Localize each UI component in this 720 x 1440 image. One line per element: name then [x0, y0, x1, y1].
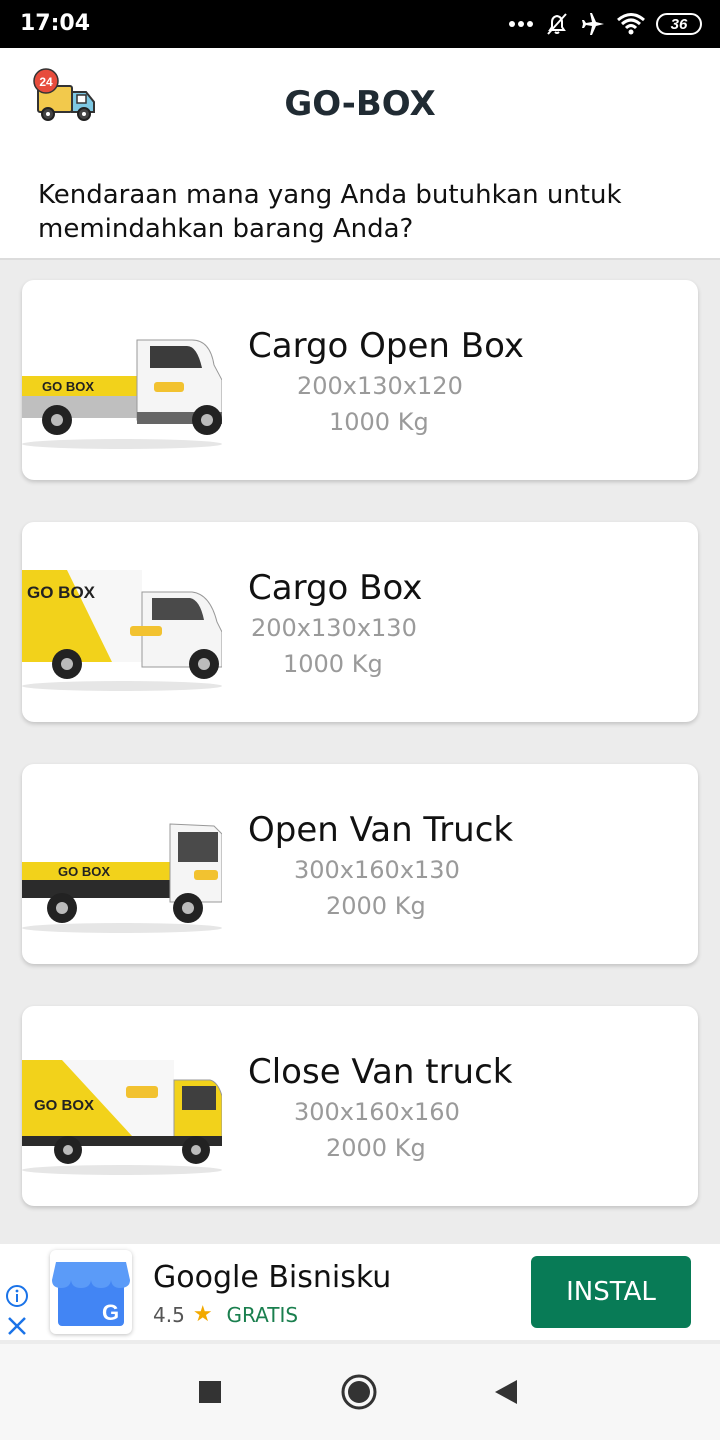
more-icon: [509, 21, 533, 27]
truck-brand-text: GO BOX: [42, 379, 94, 394]
vehicle-dimensions: 300x160x130: [294, 856, 460, 884]
google-business-store-icon: G: [52, 1262, 130, 1326]
close-van-truck-image: GO BOX: [22, 1060, 222, 1175]
vehicle-name: Cargo Open Box: [248, 326, 524, 366]
vehicle-card-close-van-truck[interactable]: GO BOX Close Van truck 300x160x160 2000 …: [22, 1006, 698, 1206]
info-icon[interactable]: [5, 1284, 29, 1308]
ad-app-name[interactable]: Google Bisnisku: [153, 1260, 391, 1295]
status-bar: 17:04 36: [0, 0, 720, 48]
vehicle-card-cargo-box[interactable]: GO BOX Cargo Box 200x130x130 1000 Kg: [22, 522, 698, 722]
airplane-icon: [582, 13, 604, 35]
vehicle-dimensions: 300x160x160: [294, 1098, 460, 1126]
back-button[interactable]: [486, 1372, 526, 1412]
truck-brand-text: GO BOX: [27, 583, 96, 602]
vehicle-name: Cargo Box: [248, 568, 423, 608]
vehicle-dimensions: 200x130x120: [297, 372, 463, 400]
circle-icon: [341, 1374, 377, 1410]
vehicle-name: Close Van truck: [248, 1052, 513, 1092]
battery-icon: 36: [656, 13, 702, 35]
ad-price: GRATIS: [226, 1302, 299, 1327]
vehicle-card-cargo-open-box[interactable]: GO BOX Cargo Open Box 200x130x120 1000 K…: [22, 280, 698, 480]
cargo-box-truck-image: GO BOX: [22, 570, 222, 691]
recents-button[interactable]: [190, 1372, 230, 1412]
status-icons: 36: [508, 10, 702, 38]
pickup-truck-open-box-image: GO BOX: [22, 339, 222, 449]
wifi-icon: [617, 13, 645, 35]
svg-text:G: G: [102, 1300, 119, 1325]
vehicle-capacity: 2000 Kg: [326, 892, 426, 920]
close-icon[interactable]: [5, 1314, 29, 1338]
truck-brand-text: GO BOX: [34, 1097, 94, 1114]
vehicle-capacity: 2000 Kg: [326, 1134, 426, 1162]
alarm-off-icon: [547, 13, 567, 35]
vehicle-dimensions: 200x130x130: [251, 614, 417, 642]
triangle-back-icon: [495, 1380, 517, 1404]
vehicle-name: Open Van Truck: [248, 810, 514, 850]
page-title: GO-BOX: [284, 84, 436, 124]
vehicle-card-open-van-truck[interactable]: GO BOX Open Van Truck 300x160x130 2000 K…: [22, 764, 698, 964]
vehicle-question: Kendaraan mana yang Anda butuhkan untuk …: [38, 180, 622, 244]
vehicle-capacity: 1000 Kg: [329, 408, 429, 436]
ad-rating: 4.5: [153, 1302, 185, 1327]
install-button[interactable]: INSTAL: [531, 1256, 691, 1328]
status-time: 17:04: [20, 11, 91, 36]
ad-banner[interactable]: G Google Bisnisku 4.5 ★ GRATIS INSTAL: [0, 1244, 720, 1340]
vehicle-capacity: 1000 Kg: [283, 650, 383, 678]
open-van-truck-image: GO BOX: [22, 823, 222, 933]
star-icon: ★: [192, 1302, 213, 1327]
ad-meta: 4.5 ★ GRATIS: [153, 1302, 298, 1327]
system-nav-bar: [0, 1344, 720, 1440]
app-icon[interactable]: G: [50, 1250, 132, 1334]
home-button[interactable]: [339, 1372, 379, 1412]
square-icon: [199, 1381, 221, 1403]
app-header: 24 GO-BOX Kendaraan mana yang Anda butuh…: [0, 48, 720, 260]
truck-brand-text: GO BOX: [58, 864, 110, 879]
